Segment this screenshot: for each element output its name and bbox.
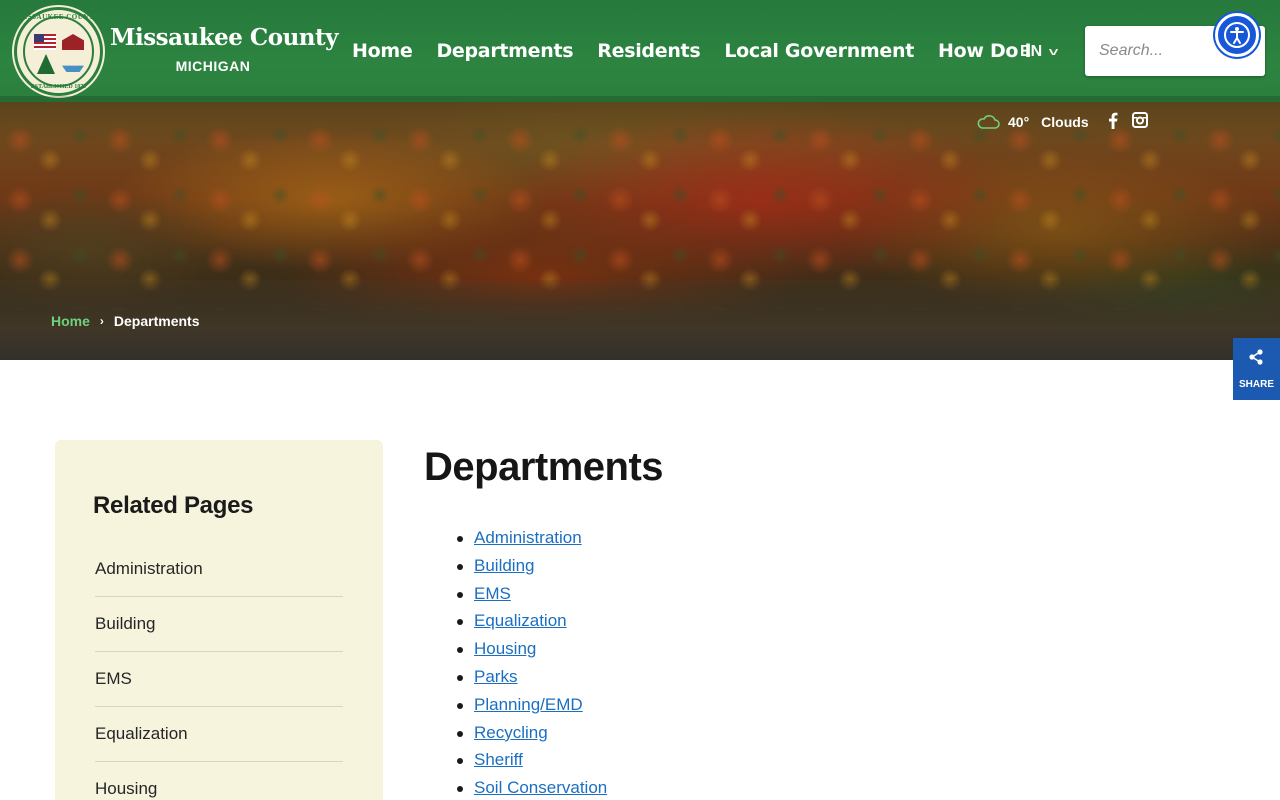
list-item: Sheriff (457, 748, 874, 776)
share-icon (1249, 349, 1263, 365)
related-pages-sidebar: Related Pages Administration Building EM… (55, 440, 383, 800)
share-label: SHARE (1238, 379, 1274, 390)
dept-link-administration[interactable]: Administration (474, 528, 582, 547)
list-item: Planning/EMD (457, 693, 874, 721)
language-selector[interactable]: EN ˅ (1020, 38, 1059, 66)
list-item: Parks (457, 665, 874, 693)
page-title: Departments (424, 445, 664, 489)
sidebar-item-equalization[interactable]: Equalization (95, 707, 343, 762)
dept-link-sheriff[interactable]: Sheriff (474, 750, 523, 769)
dept-link-soil-conservation[interactable]: Soil Conservation (474, 778, 607, 797)
weather-temperature: 40° (1008, 114, 1030, 130)
list-item: Equalization (457, 609, 874, 637)
related-pages-list: Administration Building EMS Equalization… (95, 542, 343, 800)
instagram-icon[interactable] (1132, 112, 1148, 132)
nav-residents[interactable]: Residents (585, 36, 712, 66)
dept-link-building[interactable]: Building (474, 556, 535, 575)
social-links (1108, 112, 1148, 132)
language-label: EN (1020, 43, 1043, 60)
list-item: Soil Conservation (457, 776, 874, 800)
chevron-down-icon: ˅ (1048, 45, 1059, 59)
departments-list: Administration Building EMS Equalization… (457, 526, 874, 800)
dept-link-recycling[interactable]: Recycling (474, 723, 548, 742)
dept-link-housing[interactable]: Housing (474, 639, 536, 658)
sidebar-item-housing[interactable]: Housing (95, 762, 343, 800)
county-seal-logo[interactable]: MISSAUKEE COUNTY ESTABLISHED 1871 (14, 7, 103, 96)
list-item: Administration (457, 526, 874, 554)
accessibility-icon (1224, 22, 1250, 48)
share-button[interactable]: SHARE (1233, 338, 1280, 400)
breadcrumb-current: Departments (113, 313, 200, 329)
dept-link-planning-emd[interactable]: Planning/EMD (474, 695, 583, 714)
list-item: Recycling (457, 721, 874, 749)
facebook-icon[interactable] (1108, 112, 1118, 133)
list-item: EMS (457, 582, 874, 610)
weather-condition: Clouds (1041, 114, 1089, 130)
site-title[interactable]: Missaukee County (110, 24, 339, 51)
breadcrumb-home-link[interactable]: Home (51, 313, 90, 329)
sidebar-item-administration[interactable]: Administration (95, 542, 343, 597)
list-item: Building (457, 554, 874, 582)
seal-ring (23, 16, 94, 87)
breadcrumb-separator: › (99, 314, 104, 328)
nav-local-government[interactable]: Local Government (712, 36, 926, 66)
dept-link-equalization[interactable]: Equalization (474, 611, 567, 630)
breadcrumb: Home › Departments (51, 312, 200, 330)
site-header: MISSAUKEE COUNTY ESTABLISHED 1871 Missau… (0, 0, 1280, 102)
dept-link-parks[interactable]: Parks (474, 667, 517, 686)
nav-home[interactable]: Home (340, 36, 424, 66)
flag-icon (34, 34, 56, 50)
seal-text-top: MISSAUKEE COUNTY (17, 13, 100, 21)
cloud-icon (977, 115, 1000, 129)
sidebar-item-building[interactable]: Building (95, 597, 343, 652)
list-item: Housing (457, 637, 874, 665)
sidebar-title: Related Pages (93, 492, 254, 519)
search-input[interactable] (1099, 38, 1209, 64)
accessibility-button[interactable] (1215, 13, 1259, 57)
site-subtitle: MICHIGAN (175, 58, 251, 74)
weather-widget: 40° Clouds (976, 111, 1089, 133)
sidebar-item-ems[interactable]: EMS (95, 652, 343, 707)
dept-link-ems[interactable]: EMS (474, 584, 511, 603)
nav-departments[interactable]: Departments (424, 36, 585, 66)
main-nav: Home Departments Residents Local Governm… (340, 36, 1043, 66)
seal-text-bottom: ESTABLISHED 1871 (30, 84, 87, 90)
